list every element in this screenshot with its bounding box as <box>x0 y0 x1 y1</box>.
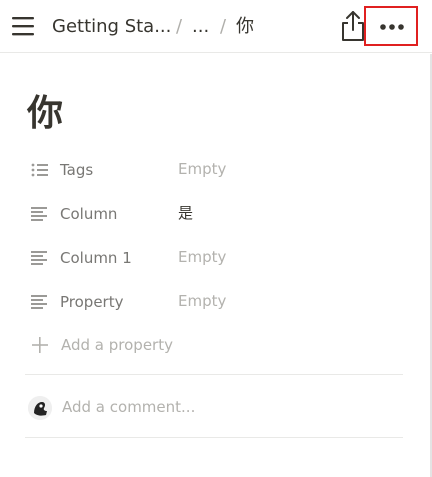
property-row-column[interactable]: Column 是 <box>30 199 404 229</box>
breadcrumb-collapsed-items[interactable]: ... <box>192 15 209 39</box>
plus-icon <box>30 335 50 355</box>
more-horizontal-icon <box>380 24 404 30</box>
add-property-label: Add a property <box>61 336 173 354</box>
breadcrumb-separator: / <box>220 16 227 37</box>
breadcrumb-parent-page[interactable]: Getting Sta... <box>52 15 171 39</box>
page-title[interactable]: 你 <box>27 92 63 136</box>
property-value[interactable]: 是 <box>178 202 193 224</box>
property-value[interactable]: Empty <box>178 246 226 268</box>
properties-divider <box>25 374 403 375</box>
comment-input[interactable] <box>62 394 382 420</box>
more-options-button[interactable] <box>364 6 418 46</box>
text-lines-icon <box>30 249 50 267</box>
property-row-column-1[interactable]: Column 1 Empty <box>30 243 404 273</box>
breadcrumb-separator: / <box>176 16 183 37</box>
text-lines-icon <box>30 205 50 223</box>
comment-row <box>28 394 402 422</box>
property-row-property[interactable]: Property Empty <box>30 287 404 317</box>
top-bar: Getting Sta... / ... / 你 <box>0 0 432 53</box>
comments-divider <box>25 437 403 438</box>
property-name: Column <box>60 205 118 223</box>
page: Getting Sta... / ... / 你 你 Tags Empty Co… <box>0 0 432 477</box>
breadcrumb-current-page[interactable]: 你 <box>236 15 254 39</box>
list-icon <box>30 161 50 179</box>
add-property-button[interactable]: Add a property <box>30 332 330 358</box>
user-avatar <box>28 396 52 420</box>
property-value[interactable]: Empty <box>178 158 226 180</box>
property-value[interactable]: Empty <box>178 290 226 312</box>
property-row-tags[interactable]: Tags Empty <box>30 155 404 185</box>
property-name: Tags <box>60 161 94 179</box>
property-name: Property <box>60 293 124 311</box>
text-lines-icon <box>30 293 50 311</box>
property-name: Column 1 <box>60 249 132 267</box>
hamburger-menu-icon[interactable] <box>10 14 36 38</box>
